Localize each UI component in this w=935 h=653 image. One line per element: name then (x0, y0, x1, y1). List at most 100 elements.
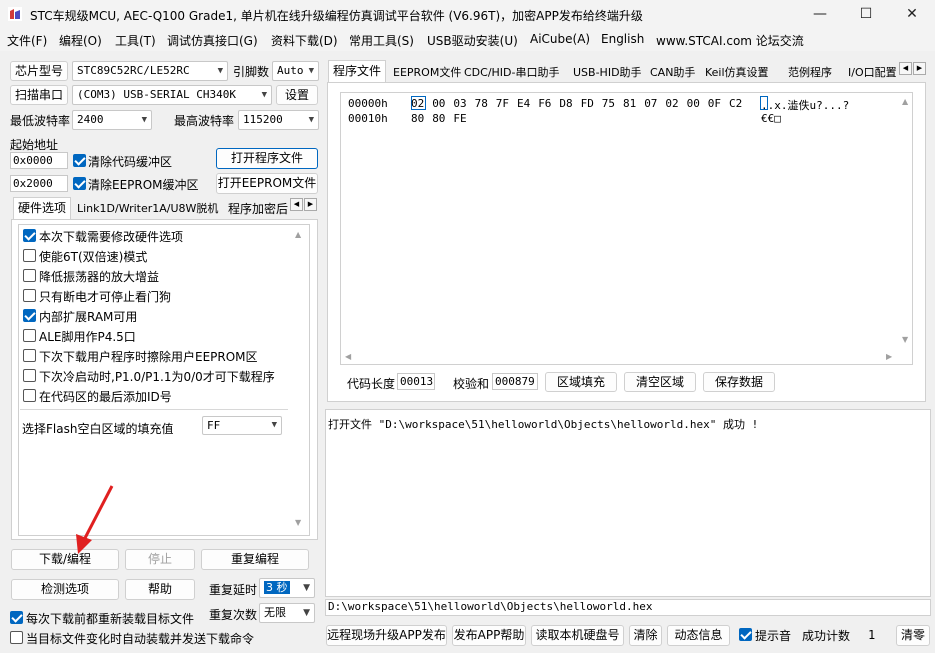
tab-can[interactable]: CAN助手 (646, 64, 699, 80)
eeprom-address-input[interactable]: 0x2000 (10, 175, 68, 192)
hex-byte[interactable]: 81 (623, 97, 636, 110)
tab-eeprom-file[interactable]: EEPROM文件 (389, 64, 465, 80)
read-disk-id-button[interactable]: 读取本机硬盘号 (531, 625, 624, 646)
pin-count-select[interactable]: Auto ▼ (272, 61, 319, 81)
tab-serial-assistant[interactable]: CDC/HID-串口助手 (460, 64, 564, 80)
hex-byte[interactable]: E4 (517, 97, 530, 110)
tab-hardware-options[interactable]: 硬件选项 (13, 197, 72, 219)
hex-byte[interactable]: 0F (708, 97, 721, 110)
menu-file[interactable]: 文件(F) (7, 32, 47, 49)
reload-label: 每次下载前都重新装载目标文件 (26, 612, 195, 626)
menu-download[interactable]: 资料下载(D) (271, 32, 338, 49)
option-checkbox[interactable] (23, 289, 36, 302)
menu-program[interactable]: 编程(O) (59, 32, 102, 49)
hex-byte[interactable]: FD (581, 97, 594, 110)
option-checkbox[interactable] (23, 269, 36, 282)
scan-port-button[interactable]: 扫描串口 (10, 85, 68, 105)
settings-button[interactable]: 设置 (276, 85, 318, 105)
log-output[interactable] (325, 409, 931, 597)
clear-log-button[interactable]: 清除 (629, 625, 662, 646)
clear-area-button[interactable]: 清空区域 (624, 372, 696, 392)
menu-english[interactable]: English (601, 32, 644, 46)
menu-tools[interactable]: 工具(T) (115, 32, 156, 49)
scroll-left-icon[interactable]: ◀ (345, 352, 351, 361)
tab-scroll-left-icon[interactable]: ◀ (899, 62, 912, 75)
hex-view[interactable] (340, 92, 913, 365)
tab-scroll-left-icon[interactable]: ◀ (290, 198, 303, 211)
menu-forum[interactable]: www.STCAI.com 论坛交流 (656, 32, 804, 49)
port-value: (COM3) USB-SERIAL CH340K (77, 88, 236, 101)
hex-byte[interactable]: FE (453, 112, 466, 125)
fill-area-button[interactable]: 区域填充 (545, 372, 617, 392)
tab-usb-hid[interactable]: USB-HID助手 (569, 64, 646, 80)
reset-count-button[interactable]: 清零 (896, 625, 930, 646)
chip-model-button[interactable]: 芯片型号 (10, 61, 68, 81)
hex-byte[interactable]: C2 (729, 97, 742, 110)
reload-checkbox[interactable] (10, 611, 23, 624)
hex-byte[interactable]: D8 (559, 97, 572, 110)
code-address-input[interactable]: 0x0000 (10, 152, 68, 169)
hex-byte[interactable]: 00 (432, 97, 445, 110)
option-checkbox[interactable] (23, 329, 36, 342)
tab-examples[interactable]: 范例程序 (784, 64, 836, 80)
tab-io-config[interactable]: I/O口配置 (844, 64, 896, 80)
tab-scroll-right-icon[interactable]: ▶ (913, 62, 926, 75)
tab-offline[interactable]: Link1D/Writer1A/U8W脱机 (73, 200, 222, 216)
scroll-right-icon[interactable]: ▶ (886, 352, 892, 361)
maximize-button[interactable]: ☐ (843, 0, 889, 29)
menu-aicube[interactable]: AiCube(A) (530, 32, 590, 46)
chip-model-select[interactable]: STC89C52RC/LE52RC ▼ (72, 61, 228, 81)
option-checkbox[interactable] (23, 369, 36, 382)
hex-byte[interactable]: 02 (665, 97, 678, 110)
option-checkbox[interactable] (23, 389, 36, 402)
min-baud-select[interactable]: 2400 ▼ (72, 110, 152, 130)
tab-scroll-right-icon[interactable]: ▶ (304, 198, 317, 211)
hex-address: 00000h (348, 97, 388, 110)
publish-help-button[interactable]: 发布APP帮助 (452, 625, 526, 646)
tab-keil-settings[interactable]: Keil仿真设置 (701, 64, 773, 80)
save-data-button[interactable]: 保存数据 (703, 372, 775, 392)
hex-byte[interactable]: 75 (602, 97, 615, 110)
max-baud-select[interactable]: 115200 ▼ (238, 110, 319, 130)
open-program-file-button[interactable]: 打开程序文件 (216, 148, 318, 169)
menu-debug[interactable]: 调试仿真接口(G) (167, 32, 258, 49)
auto-load-checkbox[interactable] (10, 631, 23, 644)
hex-byte[interactable]: 00 (687, 97, 700, 110)
reprogram-button[interactable]: 重复编程 (201, 549, 309, 570)
port-select[interactable]: (COM3) USB-SERIAL CH340K ▼ (72, 85, 272, 105)
beep-checkbox[interactable] (739, 628, 752, 641)
tab-program-file[interactable]: 程序文件 (328, 60, 387, 82)
clear-eeprom-checkbox[interactable] (73, 177, 86, 190)
hex-byte[interactable]: 78 (475, 97, 488, 110)
close-button[interactable]: ✕ (889, 0, 935, 29)
hex-byte[interactable]: 02 (411, 97, 424, 110)
hex-byte[interactable]: F6 (538, 97, 551, 110)
hex-byte[interactable]: 80 (411, 112, 424, 125)
scroll-down-icon[interactable]: ▼ (295, 518, 301, 527)
help-button[interactable]: 帮助 (125, 579, 195, 600)
scroll-up-icon[interactable]: ▲ (902, 97, 908, 106)
menu-usb-driver[interactable]: USB驱动安装(U) (427, 32, 518, 49)
fill-value-select[interactable]: FF ▼ (202, 416, 282, 435)
dynamic-info-button[interactable]: 动态信息 (667, 625, 730, 646)
tab-encryption[interactable]: 程序加密后 (224, 200, 290, 217)
hex-byte[interactable]: 03 (453, 97, 466, 110)
scroll-down-icon[interactable]: ▼ (902, 335, 908, 344)
minimize-button[interactable]: — (797, 0, 843, 29)
repeat-delay-select[interactable]: 3 秒 ▼ (259, 578, 315, 598)
option-checkbox[interactable] (23, 229, 36, 242)
remote-upgrade-button[interactable]: 远程现场升级APP发布 (326, 625, 447, 646)
check-options-button[interactable]: 检测选项 (11, 579, 119, 600)
stop-button[interactable]: 停止 (125, 549, 195, 570)
clear-code-checkbox[interactable] (73, 154, 86, 167)
open-eeprom-file-button[interactable]: 打开EEPROM文件 (216, 173, 318, 194)
hex-byte[interactable]: 7F (496, 97, 509, 110)
option-checkbox[interactable] (23, 349, 36, 362)
repeat-count-select[interactable]: 无限 ▼ (259, 603, 315, 623)
hex-byte[interactable]: 80 (432, 112, 445, 125)
scroll-up-icon[interactable]: ▲ (295, 230, 301, 239)
menu-common-tools[interactable]: 常用工具(S) (349, 32, 414, 49)
hex-byte[interactable]: 07 (644, 97, 657, 110)
option-checkbox[interactable] (23, 309, 36, 322)
option-checkbox[interactable] (23, 249, 36, 262)
